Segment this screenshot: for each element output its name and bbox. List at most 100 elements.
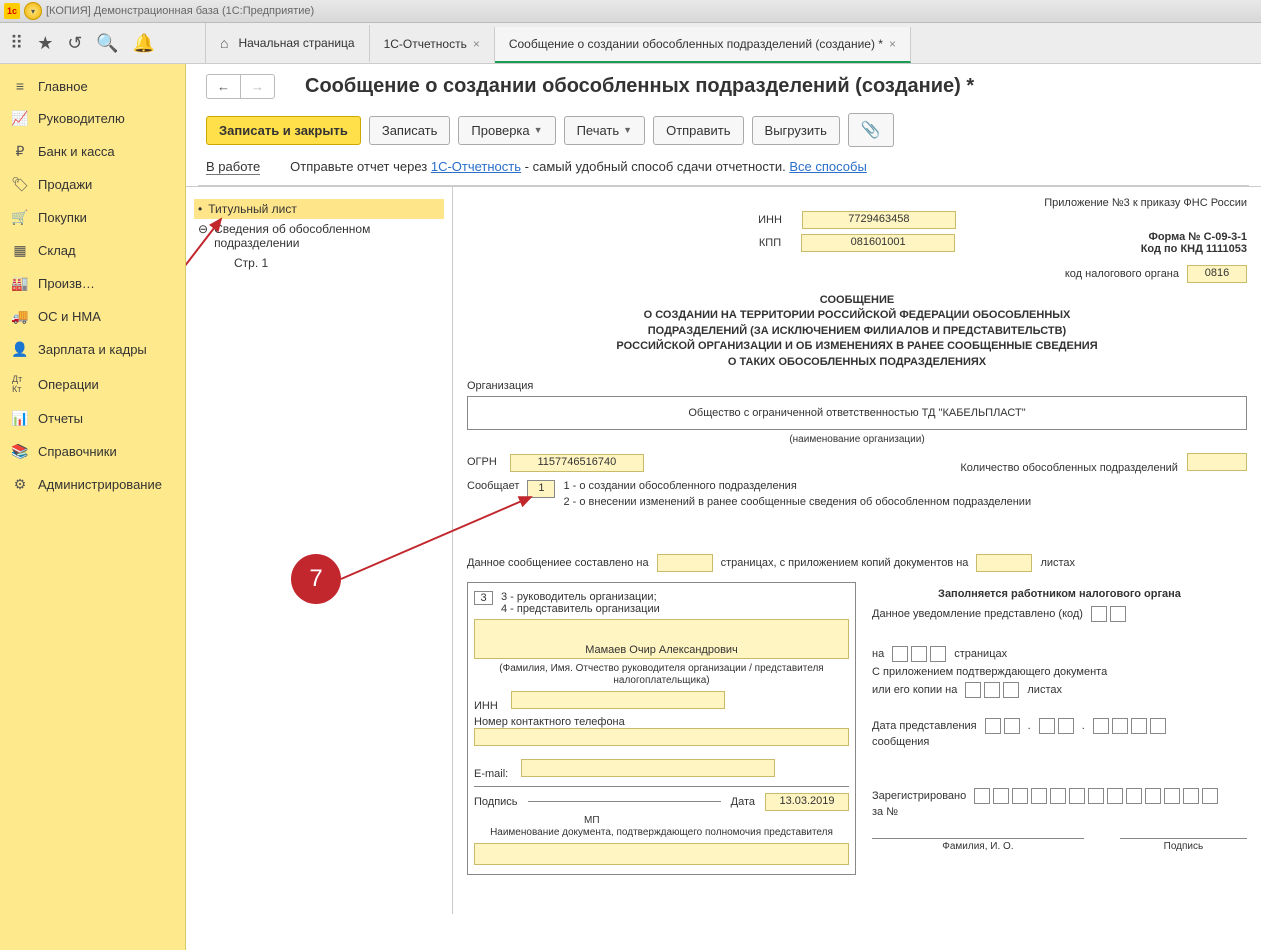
inn-label: ИНН	[758, 214, 782, 226]
phone-field[interactable]	[474, 728, 849, 746]
signer-opt2: 4 - представитель организации	[501, 603, 660, 615]
ogrn-field[interactable]: 1157746516740	[510, 454, 644, 472]
form: Приложение №3 к приказу ФНС России ИНН 7…	[453, 186, 1261, 914]
sidebar-item-label: Главное	[38, 79, 88, 94]
right-l6b: за №	[872, 806, 1247, 818]
check-button[interactable]: Проверка▼	[458, 116, 555, 145]
search-icon[interactable]: 🔍	[96, 33, 118, 54]
link-1c-reporting[interactable]: 1С-Отчетность	[431, 159, 521, 174]
sidebar-item-production[interactable]: 🏭Произв…	[0, 267, 185, 300]
forward-button[interactable]: →	[241, 75, 274, 98]
doc-note: Наименование документа, подтверждающего …	[474, 827, 849, 839]
sidebar-item-os-nma[interactable]: 🚚ОС и НМА	[0, 300, 185, 333]
tax-code-field[interactable]: 0816	[1187, 265, 1247, 283]
inn-field[interactable]: 7729463458	[802, 211, 956, 229]
back-button[interactable]: ←	[207, 75, 241, 98]
logo-1c-icon: 1c	[4, 3, 20, 19]
print-button[interactable]: Печать▼	[564, 116, 646, 145]
kpp-field[interactable]: 081601001	[801, 234, 955, 252]
info-row: В работе Отправьте отчет через 1С-Отчетн…	[186, 155, 1261, 185]
minus-icon[interactable]: ⊖	[198, 222, 208, 236]
star-icon[interactable]: ★	[37, 33, 53, 54]
chevron-down-icon: ▼	[623, 125, 632, 135]
pages-field[interactable]	[657, 554, 713, 572]
sidebar-item-label: Зарплата и кадры	[38, 342, 147, 357]
org-name-field[interactable]: Общество с ограниченной ответственностью…	[467, 396, 1247, 430]
right-l4a: или его копии на	[872, 684, 957, 696]
tab-reporting[interactable]: 1С-Отчетность×	[370, 27, 495, 63]
books-icon: 📚	[12, 443, 28, 460]
sidebar-item-admin[interactable]: ⚙Администрирование	[0, 468, 185, 501]
sidebar-item-bank[interactable]: ₽Банк и касса	[0, 135, 185, 168]
sidebar-item-warehouse[interactable]: ▦Склад	[0, 234, 185, 267]
menu-icon: ≡	[12, 78, 28, 94]
attach-button[interactable]: 📎	[848, 113, 894, 147]
right-title: Заполняется работником налогового органа	[872, 588, 1247, 600]
right-l5: Дата представления	[872, 720, 977, 732]
right-sign-label: Подпись	[1120, 841, 1247, 852]
sidebar-item-label: Операции	[38, 377, 99, 392]
info-text1: Отправьте отчет через	[290, 159, 431, 174]
kpp-label: КПП	[759, 237, 781, 249]
tree-page-1[interactable]: Стр. 1	[194, 253, 444, 273]
save-close-button[interactable]: Записать и закрыть	[206, 116, 361, 145]
sidebar-item-sales[interactable]: 🏷Продажи	[0, 168, 185, 201]
fio-field[interactable]: Мамаев Очир Александрович	[474, 619, 849, 659]
sidebar-item-purchases[interactable]: 🛒Покупки	[0, 201, 185, 234]
signer-code-field[interactable]: 3	[474, 591, 493, 605]
tree: •Титульный лист ⊖ Сведения об обособленно…	[186, 186, 453, 914]
right-fio-label: Фамилия, И. О.	[872, 841, 1084, 852]
tag-icon: 🏷	[12, 176, 28, 193]
count-label: Количество обособленных подразделений	[960, 462, 1178, 474]
inn2-field[interactable]	[511, 691, 725, 709]
sidebar-item-salary[interactable]: 👤Зарплата и кадры	[0, 333, 185, 366]
ogrn-label: ОГРН	[467, 456, 497, 468]
history-icon[interactable]: ↺	[67, 33, 82, 54]
apps-icon[interactable]: ⠿	[10, 33, 23, 54]
pages-text3: листах	[1040, 557, 1075, 569]
date-field[interactable]: 13.03.2019	[765, 793, 849, 811]
dropdown-icon[interactable]: ▾	[24, 2, 42, 20]
sidebar-item-operations[interactable]: Дт КтОперации	[0, 366, 185, 402]
chevron-down-icon: ▼	[534, 125, 543, 135]
tab-home[interactable]: Начальная страница	[206, 25, 370, 63]
right-l2b: страницах	[954, 648, 1007, 660]
send-button[interactable]: Отправить	[653, 116, 743, 145]
link-all-methods[interactable]: Все способы	[789, 159, 866, 174]
tree-child-label: Сведения об обособленном подразделении	[214, 222, 404, 250]
truck-icon: 🚚	[12, 308, 28, 325]
sidebar-item-main[interactable]: ≡ Главное	[0, 70, 185, 102]
bars-icon: 📊	[12, 410, 28, 427]
callout-7: 7	[291, 554, 341, 604]
mainbar-icons: ⠿ ★ ↺ 🔍 🔔	[0, 23, 206, 63]
tax-code-label: код налогового органа	[1065, 268, 1179, 280]
right-l1: Данное уведомление представлено (код)	[872, 608, 1083, 620]
tree-title-page[interactable]: •Титульный лист	[194, 199, 444, 219]
status-label[interactable]: В работе	[206, 159, 260, 175]
copies-field[interactable]	[976, 554, 1032, 572]
sidebar-item-manager[interactable]: 📈Руководителю	[0, 102, 185, 135]
chart-icon: 📈	[12, 110, 28, 127]
left-column: 3 3 - руководитель организации; 4 - пред…	[467, 582, 856, 875]
right-column: Заполняется работником налогового органа…	[872, 582, 1247, 875]
export-button[interactable]: Выгрузить	[752, 116, 840, 145]
email-field[interactable]	[521, 759, 775, 777]
pages-text1: Данное сообщениее составлено на	[467, 557, 649, 569]
sidebar-item-reports[interactable]: 📊Отчеты	[0, 402, 185, 435]
pages-text2: страницах, с приложением копий документо…	[721, 557, 969, 569]
close-icon[interactable]: ×	[889, 37, 896, 51]
save-button[interactable]: Записать	[369, 116, 451, 145]
close-icon[interactable]: ×	[473, 37, 480, 51]
doc-name-field[interactable]	[474, 843, 849, 865]
tab-message[interactable]: Сообщение о создании обособленных подраз…	[495, 27, 911, 63]
count-field[interactable]	[1187, 453, 1247, 471]
sidebar-item-catalogs[interactable]: 📚Справочники	[0, 435, 185, 468]
notify-field[interactable]: 1	[527, 480, 555, 498]
right-l6: Зарегистрировано	[872, 790, 966, 802]
bell-icon[interactable]: 🔔	[133, 33, 155, 54]
bullet-icon: •	[198, 202, 202, 216]
tabs: Начальная страница 1С-Отчетность× Сообще…	[206, 23, 911, 63]
tree-subdivision-info[interactable]: ⊖ Сведения об обособленном подразделении	[194, 219, 444, 253]
fio-note: (Фамилия, Имя. Отчество руководителя орг…	[474, 663, 849, 687]
org-note: (наименование организации)	[467, 434, 1247, 445]
